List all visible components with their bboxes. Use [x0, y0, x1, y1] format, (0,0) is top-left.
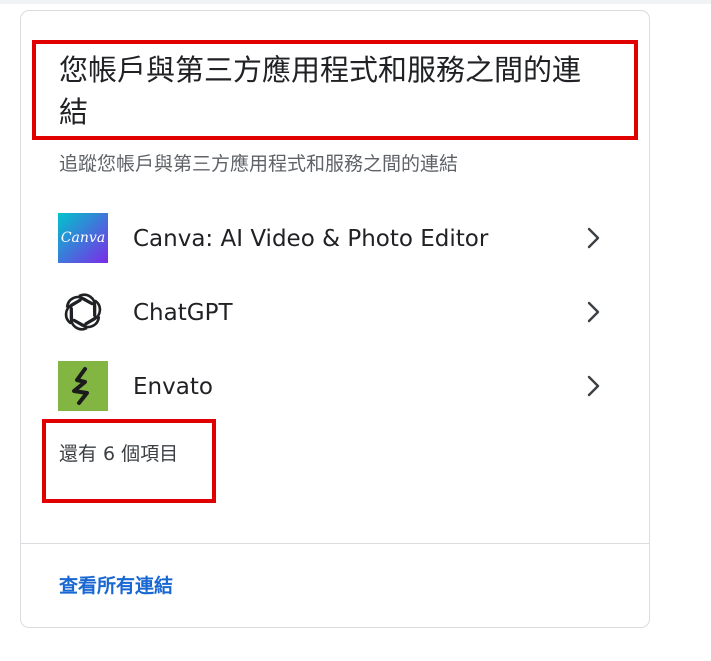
app-name: Envato — [133, 374, 213, 400]
canva-logo-text: Canva — [60, 230, 106, 246]
more-items-highlight-box — [42, 419, 216, 503]
top-edge-strip — [0, 0, 711, 4]
app-row-envato[interactable]: Envato — [21, 351, 649, 421]
view-all-connections-link[interactable]: 查看所有連結 — [59, 571, 173, 598]
card-divider — [21, 543, 649, 544]
chevron-right-icon — [587, 375, 600, 397]
envato-logo-icon — [58, 361, 108, 411]
card-subtitle: 追蹤您帳戶與第三方應用程式和服務之間的連結 — [59, 153, 459, 175]
canva-logo-icon: Canva — [58, 213, 108, 263]
chevron-right-icon — [587, 227, 600, 249]
app-row-canva[interactable]: Canva Canva: AI Video & Photo Editor — [21, 203, 649, 273]
title-highlight-box — [32, 40, 638, 140]
openai-logo-icon — [58, 287, 108, 337]
connections-card: 您帳戶與第三方應用程式和服務之間的連結 追蹤您帳戶與第三方應用程式和服務之間的連… — [20, 10, 650, 628]
chevron-right-icon — [587, 301, 600, 323]
app-row-chatgpt[interactable]: ChatGPT — [21, 277, 649, 347]
envato-leaf-graphic — [72, 367, 89, 405]
app-name: Canva: AI Video & Photo Editor — [133, 226, 489, 252]
openai-knot-graphic — [64, 293, 102, 331]
app-name: ChatGPT — [133, 300, 233, 326]
